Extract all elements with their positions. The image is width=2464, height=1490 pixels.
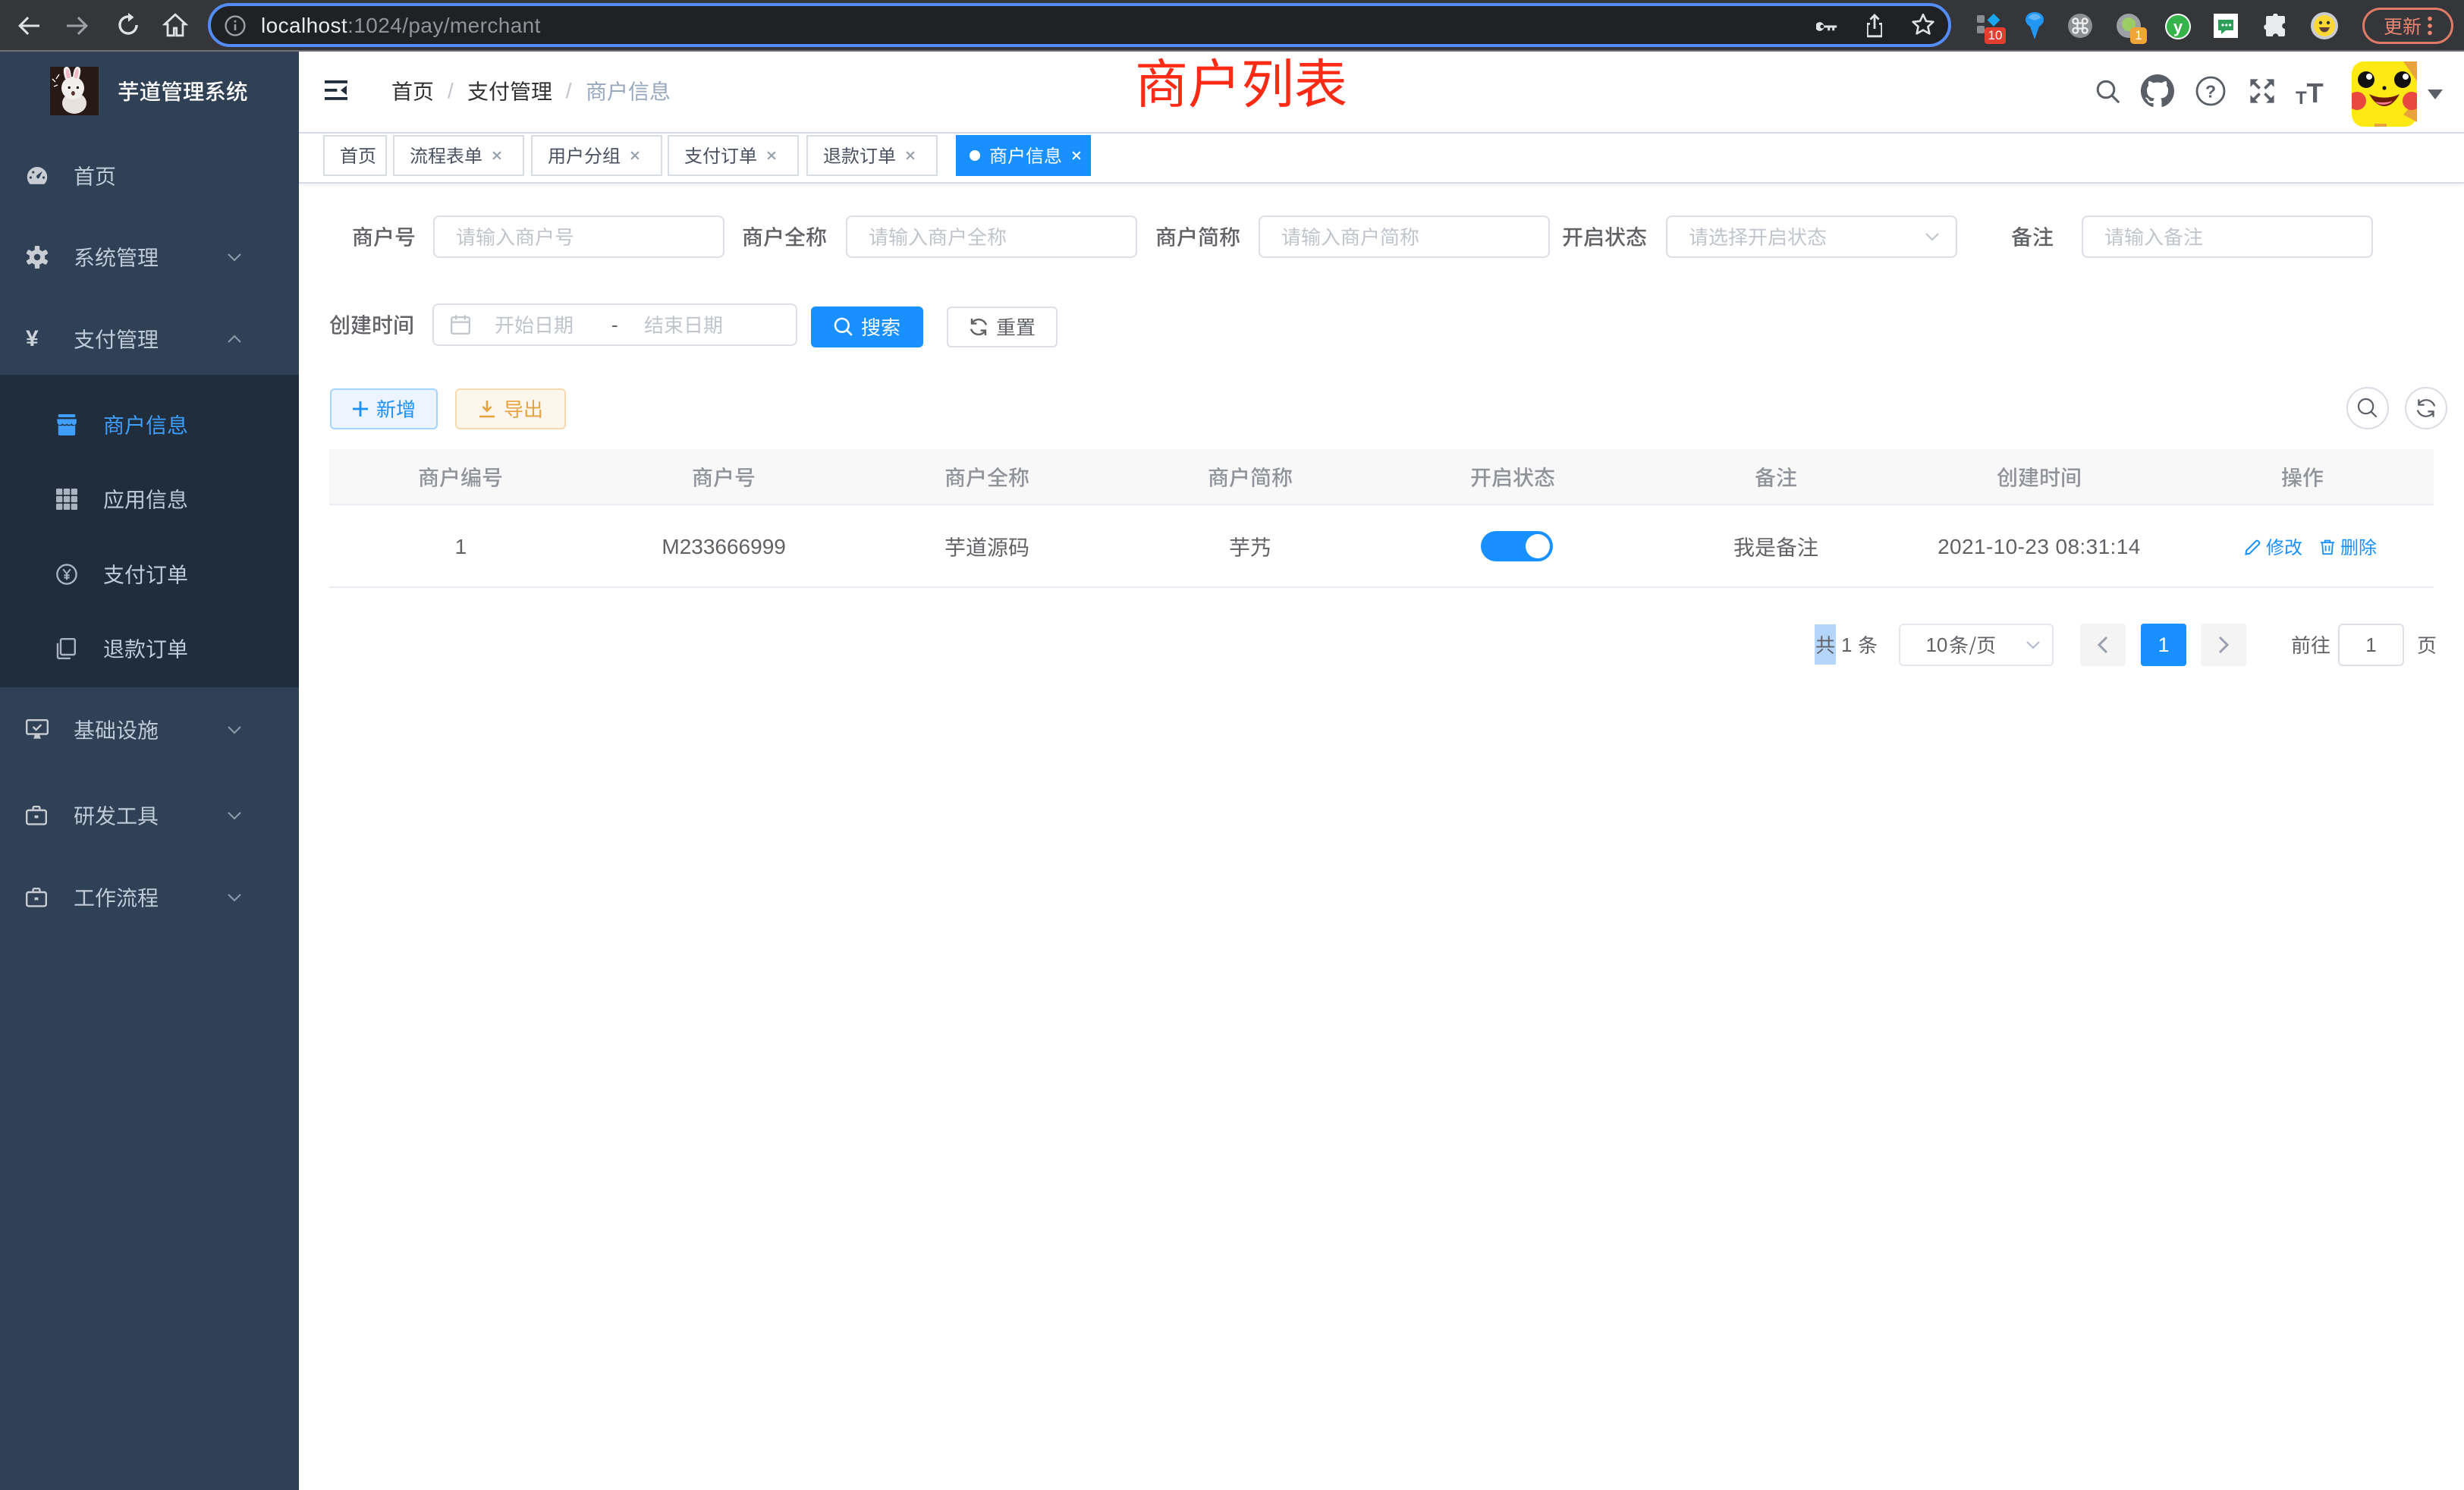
svg-text:?: ? — [2205, 81, 2216, 101]
svg-text:y: y — [2173, 17, 2183, 36]
